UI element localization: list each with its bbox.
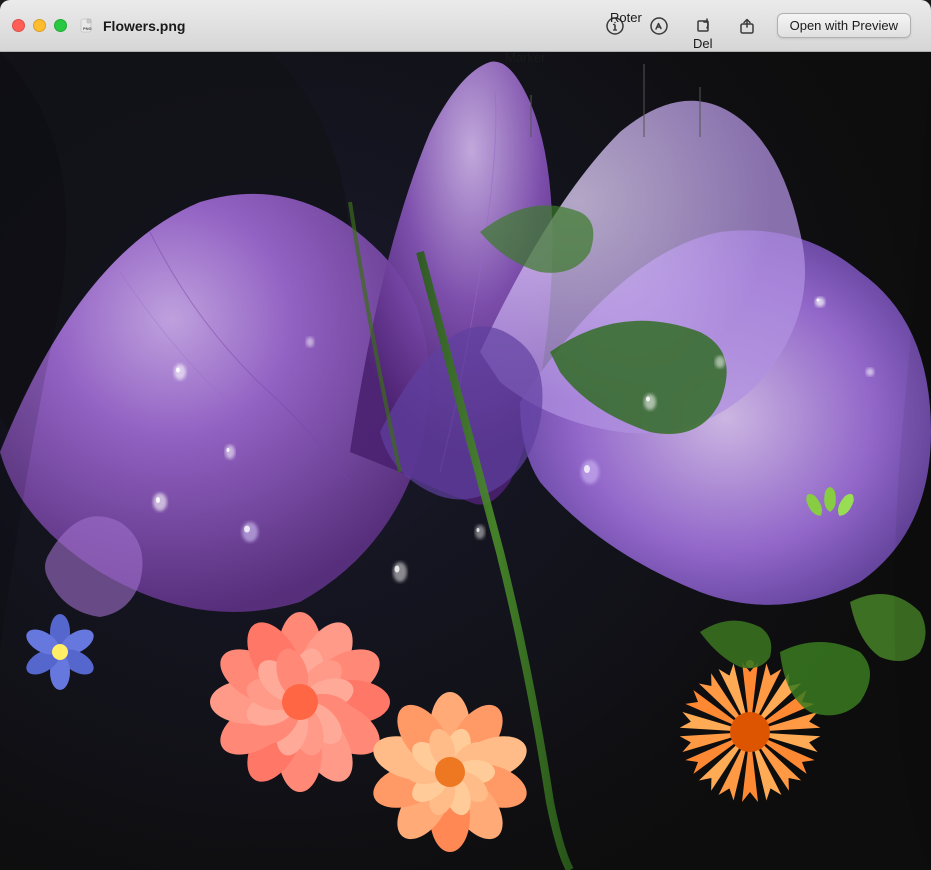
png-file-icon: PNG bbox=[79, 18, 95, 34]
svg-text:PNG: PNG bbox=[83, 26, 92, 31]
close-button[interactable] bbox=[12, 19, 25, 32]
file-title: Flowers.png bbox=[103, 18, 185, 34]
rotate-icon bbox=[693, 16, 713, 36]
share-icon bbox=[737, 16, 757, 36]
toolbar-actions: Open with Preview bbox=[601, 12, 911, 40]
file-icon: PNG bbox=[79, 18, 95, 34]
minimize-button[interactable] bbox=[33, 19, 46, 32]
share-button[interactable] bbox=[733, 12, 761, 40]
rotate-button[interactable] bbox=[689, 12, 717, 40]
open-with-preview-button[interactable]: Open with Preview bbox=[777, 13, 911, 38]
titlebar: PNG Flowers.png bbox=[0, 0, 931, 52]
maximize-button[interactable] bbox=[54, 19, 67, 32]
image-container bbox=[0, 52, 931, 870]
markup-button[interactable] bbox=[645, 12, 673, 40]
quick-look-window: Marker Roter Del PNG Flowers.png bbox=[0, 0, 931, 870]
flower-image bbox=[0, 52, 931, 870]
window-controls bbox=[12, 19, 67, 32]
markup-icon bbox=[649, 16, 669, 36]
info-icon bbox=[605, 16, 625, 36]
info-button[interactable] bbox=[601, 12, 629, 40]
